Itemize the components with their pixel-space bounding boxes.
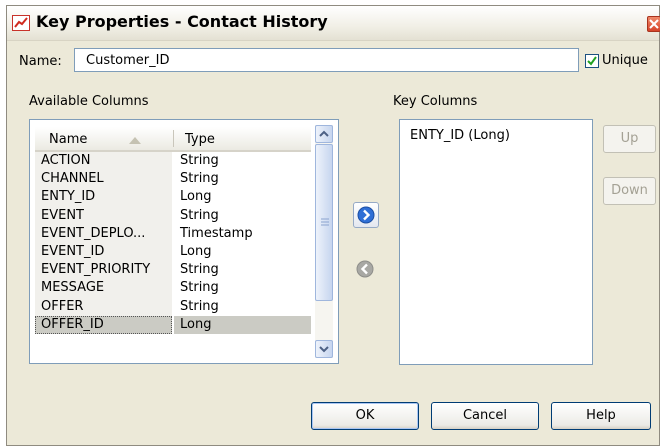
table-header: Name Type [35,127,311,152]
name-input[interactable] [74,48,579,72]
cell-type: Timestamp [180,225,253,241]
scroll-up-button[interactable] [315,125,333,143]
cell-type: Long [174,315,311,334]
key-properties-dialog: Key Properties - Contact History Name: U… [6,5,660,446]
key-columns-label: Key Columns [393,94,478,109]
cell-name: MESSAGE [35,279,172,298]
cell-name: ACTION [35,152,172,171]
table-body: ACTION String CHANNEL String ENTY_ID Lon… [35,152,311,334]
scroll-thumb[interactable] [315,144,333,301]
remove-key-column-button[interactable] [353,257,379,283]
move-down-button[interactable]: Down [603,177,656,205]
move-up-button[interactable]: Up [603,125,656,153]
available-columns-table[interactable]: Name Type ACTION String CHANNEL String E… [29,119,339,364]
unique-label[interactable]: Unique [602,53,648,68]
table-row[interactable]: EVENT_DEPLO... Timestamp [35,224,311,243]
cell-name: EVENT_ID [35,242,172,262]
vertical-scrollbar[interactable] [315,125,333,358]
close-button[interactable] [647,16,660,32]
sort-ascending-icon [129,137,141,144]
table-row[interactable]: CHANNEL String [35,170,311,189]
help-button[interactable]: Help [551,402,651,430]
scroll-down-button[interactable] [315,340,333,358]
cell-name: CHANNEL [35,170,172,189]
cell-type: String [180,280,219,296]
cell-type: String [180,262,219,278]
window-title: Key Properties - Contact History [36,12,328,31]
table-row[interactable]: MESSAGE String [35,279,311,298]
table-row[interactable]: ENTY_ID Long [35,188,311,207]
table-row[interactable]: ACTION String [35,152,311,171]
table-row[interactable]: OFFER String [35,297,311,316]
cell-type: String [180,207,219,223]
cell-type: Long [180,189,212,205]
grip-icon [321,218,329,226]
cell-type: Long [180,243,212,259]
cell-name: ENTY_ID [35,188,172,207]
header-divider[interactable] [173,130,174,147]
cell-type: String [180,153,219,168]
cell-name: OFFER_ID [35,315,172,334]
table-row[interactable]: EVENT String [35,206,311,225]
table-row[interactable]: EVENT_ID Long [35,242,311,262]
name-label: Name: [19,54,62,69]
column-header-name[interactable]: Name [49,132,87,147]
column-header-type[interactable]: Type [185,132,215,147]
cell-type: String [180,171,219,187]
available-columns-label: Available Columns [29,94,149,109]
key-columns-list[interactable]: ENTY_ID (Long) [399,119,593,365]
chart-line-icon [12,15,30,31]
title-bar[interactable]: Key Properties - Contact History [7,6,660,41]
table-row[interactable]: EVENT_PRIORITY String [35,261,311,280]
cell-name: OFFER [35,297,172,316]
chevron-down-icon [319,346,329,353]
close-icon [649,19,659,29]
chevron-up-icon [319,130,329,137]
list-item[interactable]: ENTY_ID (Long) [410,128,510,143]
check-icon [587,56,597,66]
cell-name: EVENT_PRIORITY [35,261,172,280]
cell-name: EVENT [35,206,172,225]
cell-name: EVENT_DEPLO... [35,224,172,243]
cancel-button[interactable]: Cancel [431,402,539,430]
ok-button[interactable]: OK [311,402,419,430]
add-key-column-button[interactable] [353,202,379,228]
cell-type: String [180,298,219,314]
arrow-left-circle-icon [356,260,374,278]
table-row-selected[interactable]: OFFER_ID Long [35,315,311,334]
unique-checkbox[interactable] [585,54,599,68]
arrow-right-circle-icon [357,206,375,224]
